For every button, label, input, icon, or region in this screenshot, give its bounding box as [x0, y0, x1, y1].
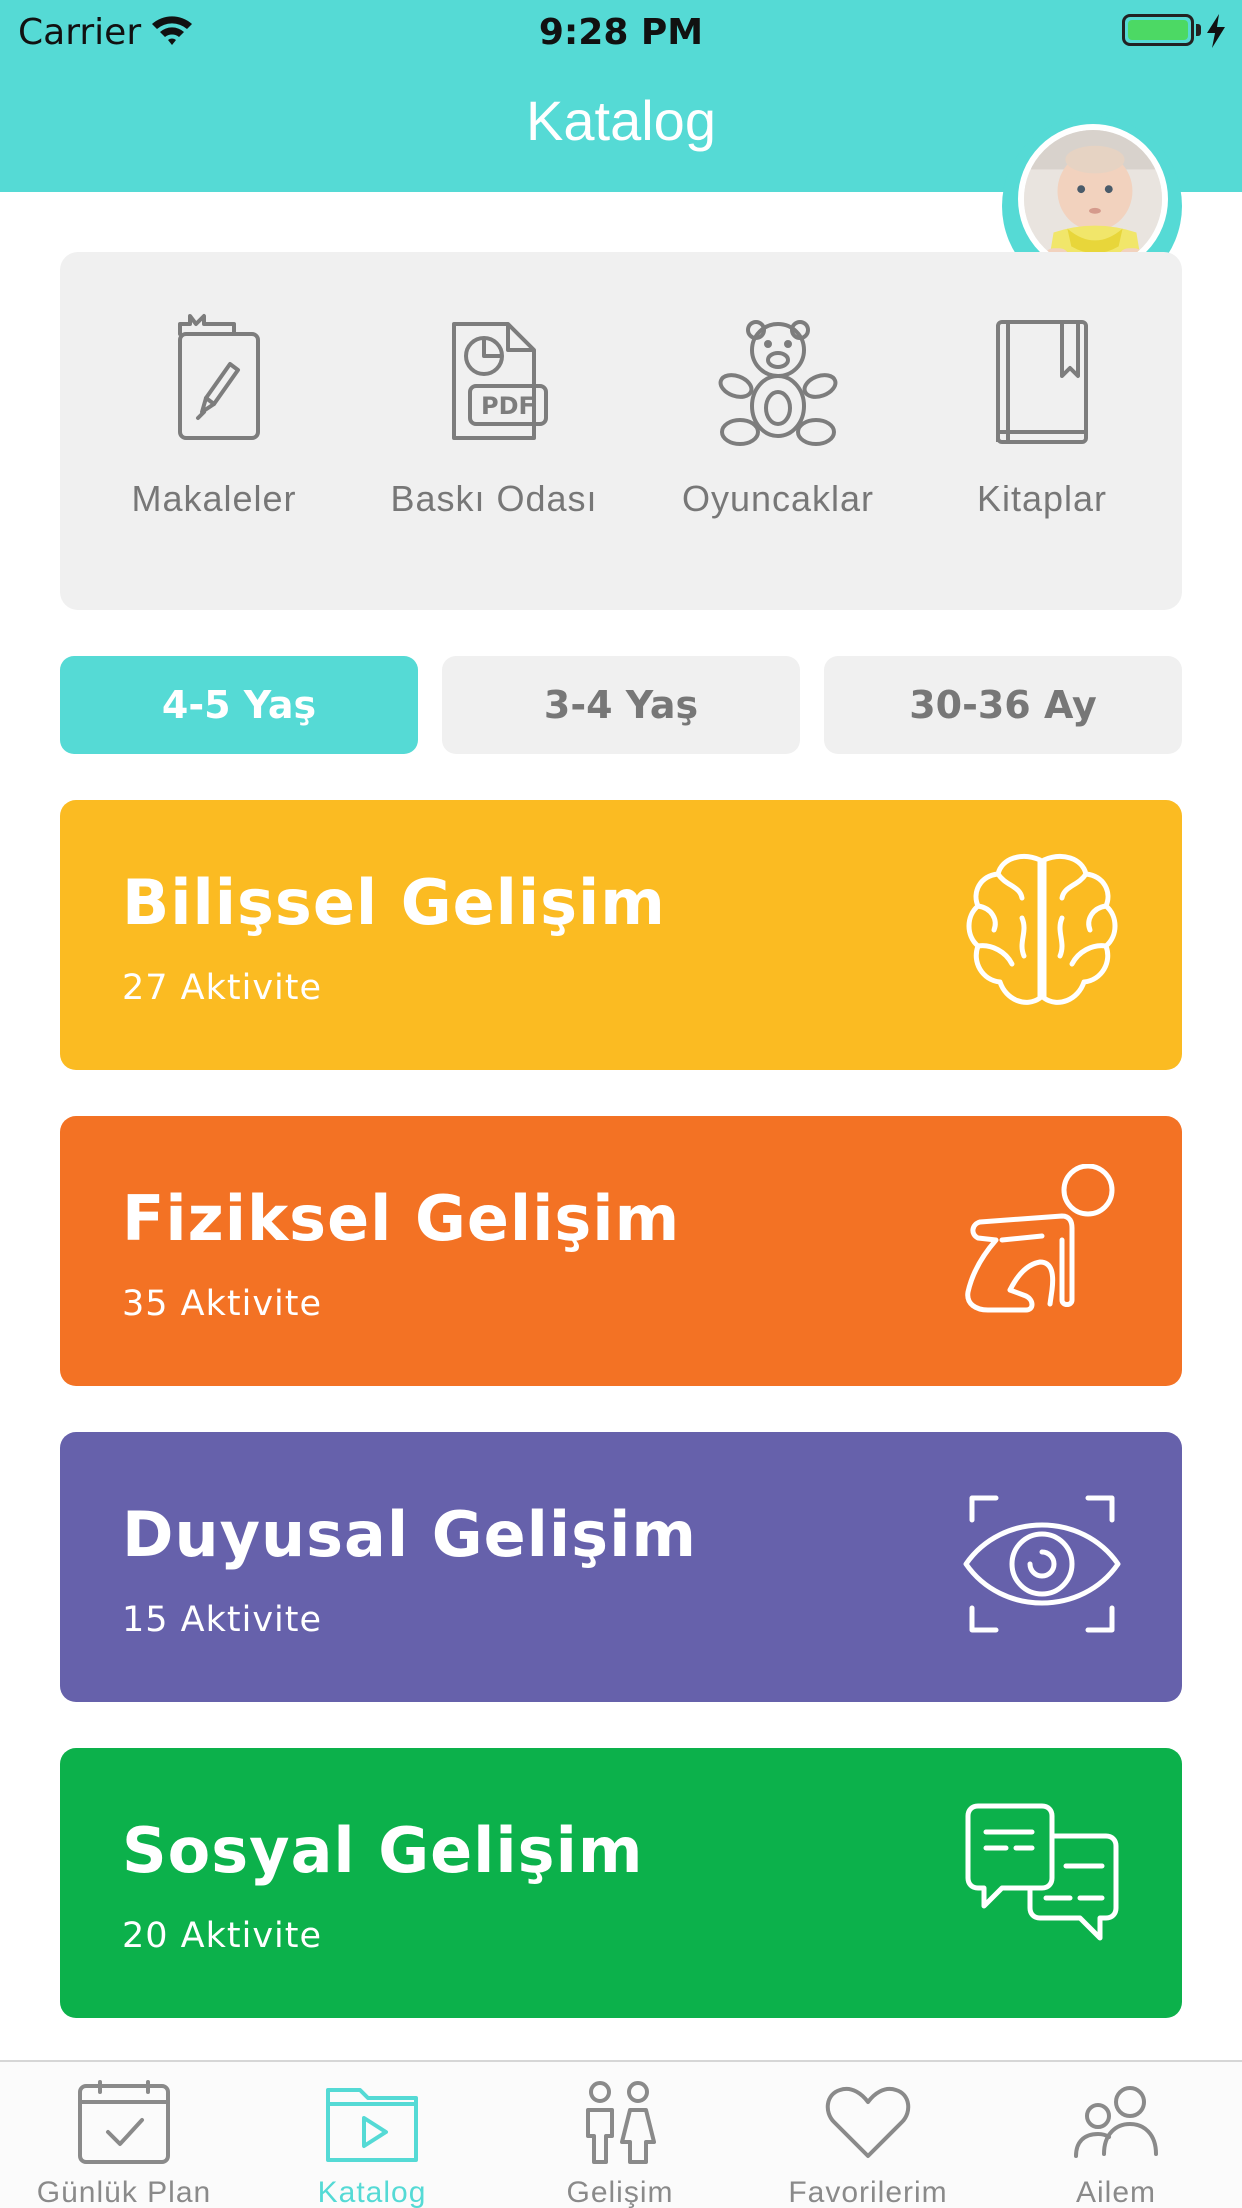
- calendar-check-icon: [78, 2080, 170, 2164]
- eye-icon: [963, 1495, 1121, 1633]
- category-makaleler[interactable]: Makaleler: [74, 312, 354, 520]
- tabbar-ailem[interactable]: Ailem: [992, 2080, 1240, 2208]
- battery-tip: [1196, 24, 1201, 36]
- category-oyuncaklar[interactable]: Oyuncaklar: [638, 312, 918, 520]
- family-icon: [1074, 2086, 1158, 2158]
- card-bilissel-gelisim[interactable]: Bilişsel Gelişim 27 Aktivite: [60, 800, 1182, 1070]
- pdf-icon: PDF: [452, 322, 548, 440]
- status-bar: Carrier 9:28 PM: [0, 0, 1242, 64]
- bottom-tab-bar: Günlük Plan Katalog Gelişim Favorilerim: [0, 2060, 1242, 2208]
- people-icon: [586, 2081, 656, 2164]
- card-activity-count: 20 Aktivite: [122, 1916, 323, 1956]
- svg-text:PDF: PDF: [481, 392, 535, 420]
- tabbar-katalog[interactable]: Katalog: [248, 2080, 496, 2208]
- card-activity-count: 35 Aktivite: [122, 1284, 323, 1324]
- card-duyusal-gelisim[interactable]: Duyusal Gelişim 15 Aktivite: [60, 1432, 1182, 1702]
- card-title: Duyusal Gelişim: [122, 1498, 697, 1571]
- card-title: Fiziksel Gelişim: [122, 1182, 681, 1255]
- status-time: 9:28 PM: [538, 12, 704, 53]
- crawling-baby-icon: [965, 1164, 1115, 1313]
- tabbar-label: Katalog: [317, 2176, 427, 2208]
- card-activity-count: 27 Aktivite: [122, 968, 323, 1008]
- card-title: Bilişsel Gelişim: [122, 866, 666, 939]
- tabbar-label: Günlük Plan: [36, 2176, 212, 2208]
- tabbar-favorilerim[interactable]: Favorilerim: [744, 2080, 992, 2208]
- charging-bolt-icon: [1207, 14, 1225, 48]
- tabbar-label: Favorilerim: [788, 2176, 948, 2208]
- tab-30-36-ay[interactable]: 30-36 Ay: [824, 656, 1182, 754]
- category-kitaplar[interactable]: Kitaplar: [902, 312, 1182, 520]
- article-icon: [178, 314, 260, 440]
- teddy-bear-icon: [718, 320, 838, 446]
- tabbar-gelisim[interactable]: Gelişim: [496, 2080, 744, 2208]
- brain-icon: [966, 854, 1118, 1005]
- category-baski-odasi[interactable]: PDF Baskı Odası: [354, 312, 634, 520]
- battery-icon: [1122, 14, 1194, 46]
- tabbar-label: Gelişim: [566, 2176, 674, 2208]
- heart-icon: [825, 2087, 911, 2158]
- category-label: Makaleler: [131, 478, 297, 519]
- book-icon: [996, 320, 1088, 444]
- tab-4-5-yas[interactable]: 4-5 Yaş: [60, 656, 418, 754]
- baby-photo: [1024, 130, 1162, 268]
- category-label: Baskı Odası: [390, 478, 598, 519]
- card-sosyal-gelisim[interactable]: Sosyal Gelişim 20 Aktivite: [60, 1748, 1182, 2018]
- category-label: Oyuncaklar: [681, 478, 875, 519]
- folder-play-icon: [326, 2088, 418, 2162]
- chat-bubbles-icon: [965, 1803, 1119, 1941]
- card-activity-count: 15 Aktivite: [122, 1600, 323, 1640]
- card-title: Sosyal Gelişim: [122, 1814, 644, 1887]
- category-label: Kitaplar: [976, 478, 1108, 519]
- tabbar-gunluk-plan[interactable]: Günlük Plan: [0, 2080, 248, 2208]
- catalog-categories: Makaleler PDF Baskı Odası Oyuncaklar Kit…: [60, 252, 1182, 610]
- tab-3-4-yas[interactable]: 3-4 Yaş: [442, 656, 800, 754]
- card-fiziksel-gelisim[interactable]: Fiziksel Gelişim 35 Aktivite: [60, 1116, 1182, 1386]
- tabbar-label: Ailem: [1075, 2176, 1156, 2208]
